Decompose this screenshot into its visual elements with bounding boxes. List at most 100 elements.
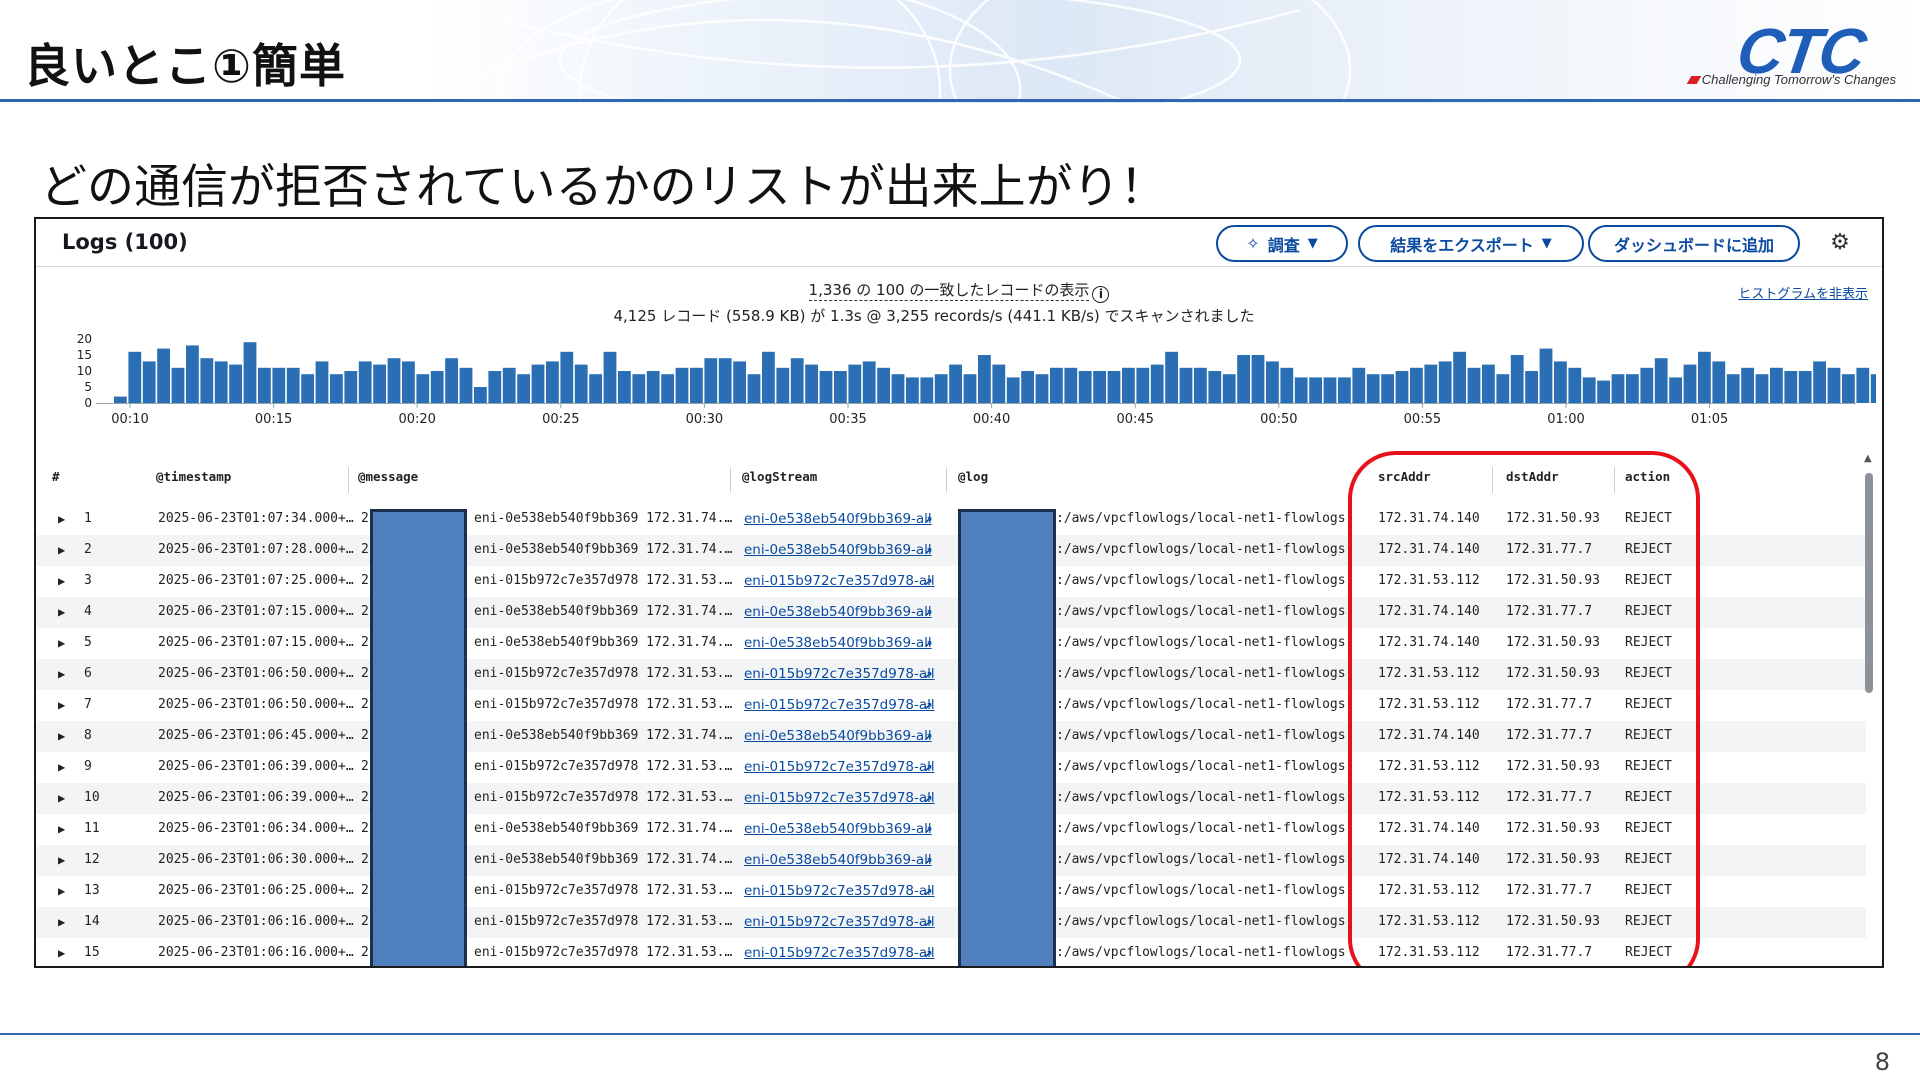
external-link-icon[interactable]: ↗ bbox=[924, 511, 932, 527]
histogram-bar[interactable] bbox=[301, 374, 314, 403]
info-icon[interactable]: i bbox=[1092, 286, 1110, 303]
histogram-bar[interactable] bbox=[1741, 367, 1754, 403]
gear-icon[interactable]: ⚙ bbox=[1828, 231, 1852, 255]
histogram-bar[interactable] bbox=[978, 355, 991, 403]
histogram-bar[interactable] bbox=[1525, 371, 1538, 403]
external-link-icon[interactable]: ↗ bbox=[924, 790, 932, 806]
histogram-bar[interactable] bbox=[1093, 371, 1106, 403]
external-link-icon[interactable]: ↗ bbox=[924, 573, 932, 589]
col-header-timestamp[interactable]: @timestamp bbox=[156, 469, 231, 484]
histogram-bar[interactable] bbox=[949, 364, 962, 403]
histogram-bar[interactable] bbox=[819, 371, 833, 403]
expand-row-icon[interactable]: ▶ bbox=[58, 853, 65, 867]
histogram-bar[interactable] bbox=[1626, 374, 1639, 403]
investigate-button[interactable]: ✧ 調査 ▼ bbox=[1216, 225, 1348, 262]
external-link-icon[interactable]: ↗ bbox=[924, 635, 932, 651]
histogram-bar[interactable] bbox=[1035, 374, 1049, 403]
histogram-bar[interactable] bbox=[1554, 361, 1567, 403]
histogram-bar[interactable] bbox=[906, 377, 919, 403]
logstream-link[interactable]: eni-015b972c7e357d978-all bbox=[744, 573, 935, 589]
external-link-icon[interactable]: ↗ bbox=[924, 821, 932, 837]
expand-row-icon[interactable]: ▶ bbox=[58, 884, 65, 898]
external-link-icon[interactable]: ↗ bbox=[924, 914, 932, 930]
expand-row-icon[interactable]: ▶ bbox=[58, 729, 65, 743]
histogram-bar[interactable] bbox=[1050, 367, 1063, 403]
histogram-bar[interactable] bbox=[1669, 377, 1682, 403]
histogram-bar[interactable] bbox=[286, 367, 300, 403]
histogram-bar[interactable] bbox=[1165, 351, 1178, 403]
histogram-bar[interactable] bbox=[992, 364, 1006, 403]
scroll-thumb[interactable] bbox=[1865, 473, 1873, 693]
histogram-bar[interactable] bbox=[1237, 355, 1250, 403]
histogram-bar[interactable] bbox=[1798, 371, 1812, 403]
histogram-bar[interactable] bbox=[776, 367, 790, 403]
col-header-message[interactable]: @message bbox=[358, 469, 418, 484]
histogram-bar[interactable] bbox=[1366, 374, 1380, 403]
external-link-icon[interactable]: ↗ bbox=[924, 542, 932, 558]
histogram-bar[interactable] bbox=[632, 374, 646, 403]
histogram-bar[interactable] bbox=[560, 351, 574, 403]
histogram-bar[interactable] bbox=[1064, 367, 1078, 403]
histogram-bar[interactable] bbox=[618, 371, 631, 403]
histogram-bar[interactable] bbox=[1755, 374, 1769, 403]
histogram-bar[interactable] bbox=[1438, 361, 1452, 403]
logstream-link[interactable]: eni-0e538eb540f9bb369-all bbox=[744, 821, 932, 837]
histogram-bar[interactable] bbox=[1323, 377, 1337, 403]
hide-histogram-link[interactable]: ヒストグラムを非表示 bbox=[1738, 283, 1868, 302]
histogram-bar[interactable] bbox=[733, 361, 746, 403]
external-link-icon[interactable]: ↗ bbox=[924, 852, 932, 868]
logstream-link[interactable]: eni-0e538eb540f9bb369-all bbox=[744, 635, 932, 651]
histogram-bar[interactable] bbox=[1294, 377, 1308, 403]
histogram-bar[interactable] bbox=[459, 367, 473, 403]
histogram-bar[interactable] bbox=[330, 374, 343, 403]
histogram-bar[interactable] bbox=[1352, 367, 1366, 403]
histogram-bar[interactable] bbox=[762, 351, 775, 403]
logstream-link[interactable]: eni-015b972c7e357d978-all bbox=[744, 883, 935, 899]
expand-row-icon[interactable]: ▶ bbox=[58, 512, 65, 526]
logstream-link[interactable]: eni-015b972c7e357d978-all bbox=[744, 666, 935, 682]
expand-row-icon[interactable]: ▶ bbox=[58, 791, 65, 805]
histogram-bar[interactable] bbox=[1683, 364, 1697, 403]
logstream-link[interactable]: eni-0e538eb540f9bb369-all bbox=[744, 511, 932, 527]
external-link-icon[interactable]: ↗ bbox=[924, 945, 932, 961]
logstream-link[interactable]: eni-015b972c7e357d978-all bbox=[744, 945, 935, 961]
col-header-log[interactable]: @log bbox=[958, 469, 988, 484]
histogram-bar[interactable] bbox=[1381, 374, 1394, 403]
histogram-bar[interactable] bbox=[704, 358, 718, 403]
histogram-bar[interactable] bbox=[1194, 367, 1207, 403]
col-header-logstream[interactable]: @logStream bbox=[742, 469, 817, 484]
add-to-dashboard-button[interactable]: ダッシュボードに追加 bbox=[1588, 225, 1800, 262]
histogram-bar[interactable] bbox=[934, 374, 948, 403]
logstream-link[interactable]: eni-015b972c7e357d978-all bbox=[744, 697, 935, 713]
histogram-bar[interactable] bbox=[603, 351, 617, 403]
logstream-link[interactable]: eni-015b972c7e357d978-all bbox=[744, 790, 935, 806]
histogram-bar[interactable] bbox=[157, 348, 170, 403]
histogram-bar[interactable] bbox=[1136, 367, 1150, 403]
histogram-bar[interactable] bbox=[1122, 367, 1135, 403]
histogram-bar[interactable] bbox=[315, 361, 329, 403]
external-link-icon[interactable]: ↗ bbox=[924, 759, 932, 775]
histogram-bar[interactable] bbox=[1006, 377, 1020, 403]
histogram-bar[interactable] bbox=[402, 361, 415, 403]
histogram-bar[interactable] bbox=[747, 374, 761, 403]
histogram-bar[interactable] bbox=[358, 361, 372, 403]
logstream-link[interactable]: eni-015b972c7e357d978-all bbox=[744, 759, 935, 775]
histogram-bar[interactable] bbox=[1453, 351, 1466, 403]
histogram-bar[interactable] bbox=[1107, 371, 1121, 403]
histogram-bar[interactable] bbox=[862, 361, 876, 403]
logstream-link[interactable]: eni-0e538eb540f9bb369-all bbox=[744, 542, 932, 558]
histogram-bar[interactable] bbox=[1856, 367, 1870, 403]
table-scrollbar[interactable]: ▲ bbox=[1862, 453, 1876, 958]
histogram-bar[interactable] bbox=[1870, 374, 1876, 403]
logstream-link[interactable]: eni-0e538eb540f9bb369-all bbox=[744, 728, 932, 744]
logstream-link[interactable]: eni-015b972c7e357d978-all bbox=[744, 914, 935, 930]
histogram-bar[interactable] bbox=[171, 367, 185, 403]
histogram-bar[interactable] bbox=[1510, 355, 1524, 403]
expand-row-icon[interactable]: ▶ bbox=[58, 946, 65, 960]
histogram-bar[interactable] bbox=[661, 374, 674, 403]
histogram-bar[interactable] bbox=[690, 367, 703, 403]
histogram-bar[interactable] bbox=[114, 396, 127, 403]
external-link-icon[interactable]: ↗ bbox=[924, 697, 932, 713]
histogram-bar[interactable] bbox=[1309, 377, 1322, 403]
histogram-bar[interactable] bbox=[891, 374, 905, 403]
